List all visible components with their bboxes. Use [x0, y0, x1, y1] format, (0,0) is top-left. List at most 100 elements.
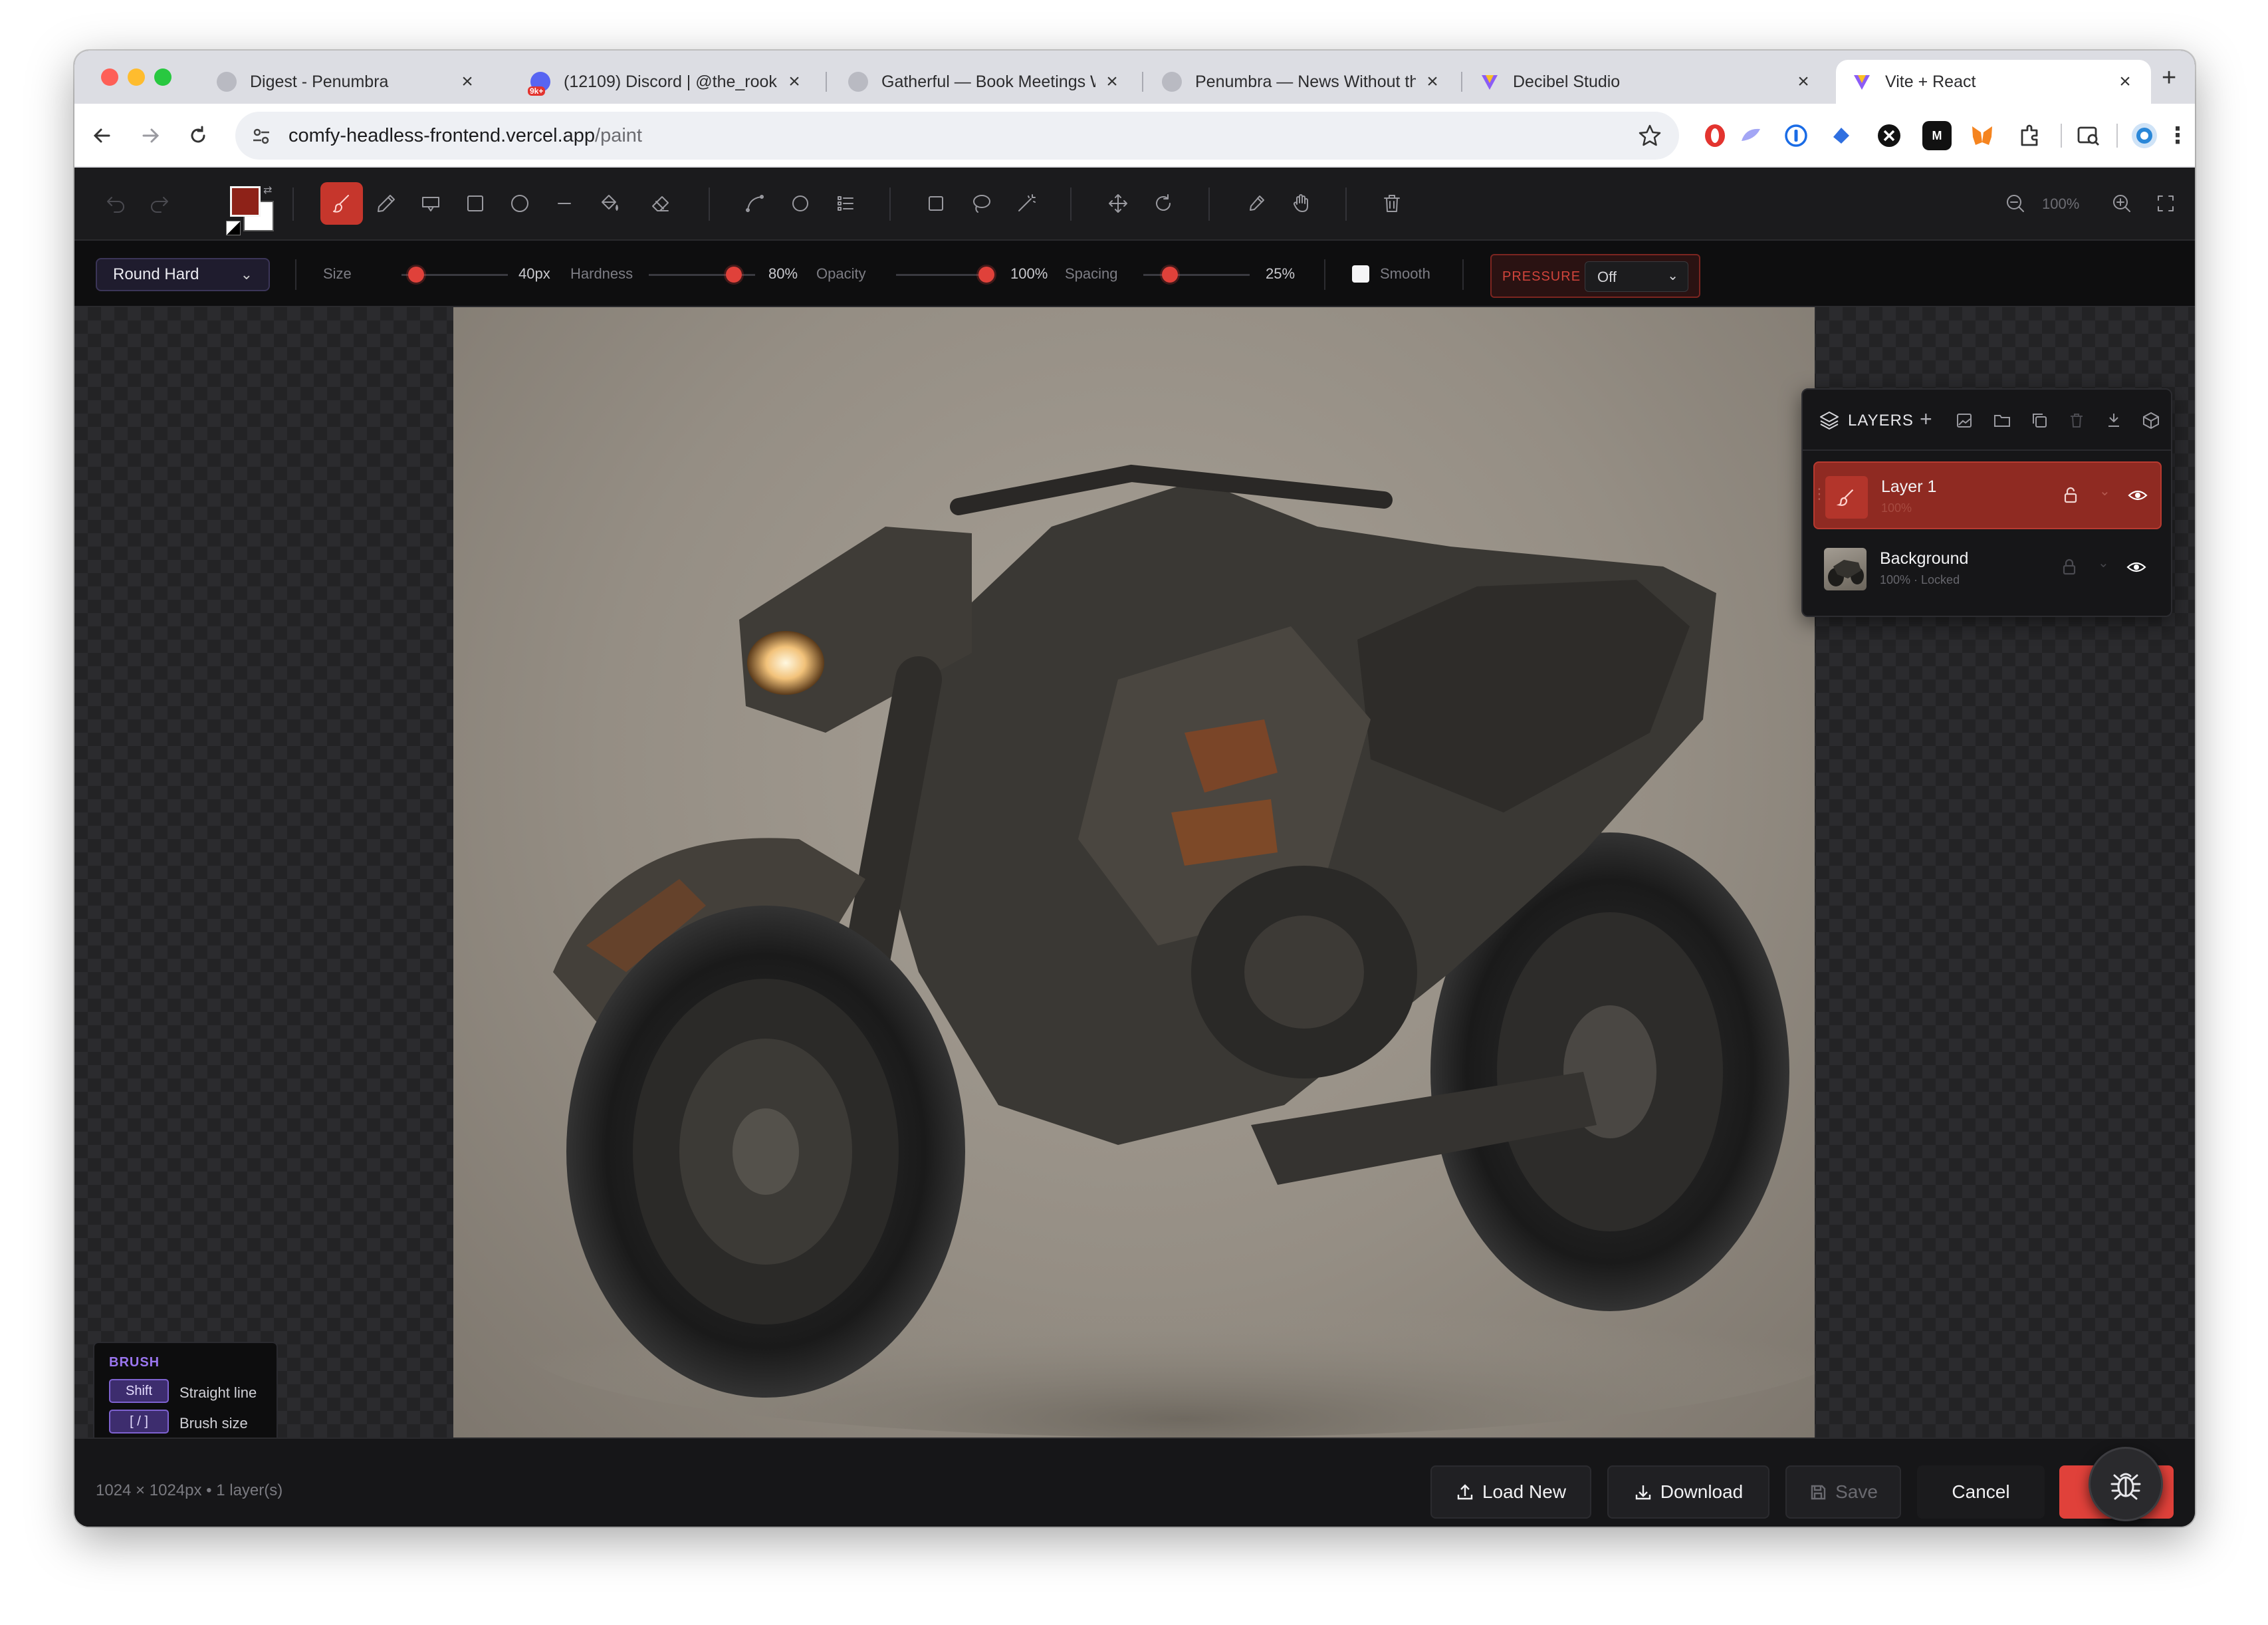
bookmark-star-icon[interactable] [1638, 124, 1662, 148]
curve-tool-button[interactable] [734, 182, 776, 225]
folder-icon[interactable] [1993, 411, 2011, 430]
fill-tool-button[interactable] [588, 182, 630, 225]
clear-canvas-button[interactable] [1371, 182, 1413, 225]
stamp-tool-button[interactable] [409, 182, 452, 225]
spacing-slider-track[interactable] [1143, 274, 1250, 276]
rotate-tool-button[interactable] [1142, 182, 1185, 225]
delete-layer-icon[interactable] [2067, 411, 2086, 430]
browser-window: Digest - Penumbra × 9k+ (12109) Discord … [74, 51, 2195, 1527]
spacing-slider-thumb[interactable] [1162, 267, 1178, 283]
layers-panel-header: LAYERS + [1803, 390, 2171, 451]
duplicate-layer-icon[interactable] [2030, 411, 2049, 430]
reset-colors-icon[interactable] [226, 221, 241, 235]
browser-tab-4[interactable]: Penumbra — News Without th × [1146, 60, 1458, 104]
layer-row-background[interactable]: Background 100% · Locked ⌄ [1813, 535, 2162, 602]
redo-button[interactable] [138, 182, 181, 225]
primary-color-swatch[interactable] [230, 186, 261, 217]
download-button[interactable]: Download [1607, 1465, 1769, 1519]
hand-icon [1293, 194, 1308, 212]
browser-tab-5[interactable]: Decibel Studio × [1464, 60, 1829, 104]
password-manager-icon[interactable] [1781, 121, 1811, 150]
ellipse-tool-button[interactable] [499, 182, 541, 225]
zoom-out-button[interactable] [1994, 182, 2037, 225]
lasso-circle-tool-button[interactable] [779, 182, 822, 225]
undo-button[interactable] [94, 182, 137, 225]
back-button[interactable] [85, 118, 120, 153]
extension-icon-6[interactable]: M [1922, 121, 1952, 150]
canvas-image[interactable] [453, 307, 1815, 1438]
browser-tab-1[interactable]: Digest - Penumbra × [201, 60, 493, 104]
metamask-icon[interactable] [1968, 121, 1997, 150]
profile-avatar[interactable] [2130, 121, 2159, 150]
new-tab-button[interactable]: + [2162, 64, 2176, 92]
save-button[interactable]: Save [1785, 1465, 1901, 1519]
minimize-window-button[interactable] [128, 68, 145, 86]
flatten-icon[interactable] [2142, 411, 2160, 430]
hardness-slider-thumb[interactable] [726, 267, 742, 283]
tab-title: Digest - Penumbra [250, 72, 389, 91]
brush-preset-select[interactable]: Round Hard ⌄ [96, 258, 270, 291]
browser-tab-2[interactable]: 9k+ (12109) Discord | @the_rookie × [514, 60, 820, 104]
browser-tab-3[interactable]: Gatherful — Book Meetings W × [832, 60, 1138, 104]
tab-separator [826, 72, 827, 92]
close-window-button[interactable] [101, 68, 118, 86]
lock-icon[interactable] [2059, 557, 2079, 577]
eraser-tool-button[interactable] [639, 182, 682, 225]
pressure-value: Off [1597, 269, 1617, 285]
puzzle-extensions-icon[interactable] [2015, 121, 2045, 150]
close-tab-icon[interactable]: × [457, 70, 477, 93]
maximize-window-button[interactable] [154, 68, 171, 86]
tab-search-icon[interactable] [2074, 121, 2103, 150]
line-tool-button[interactable] [543, 182, 586, 225]
rectangle-tool-button[interactable] [454, 182, 497, 225]
drag-handle-icon[interactable]: ⋮ [1812, 485, 1827, 503]
forward-button[interactable] [133, 118, 168, 153]
close-tab-icon[interactable]: × [2115, 70, 2135, 93]
color-swatches[interactable]: ⇄ [226, 180, 282, 235]
close-tab-icon[interactable]: × [1422, 70, 1442, 93]
eye-icon[interactable] [2127, 485, 2148, 505]
site-settings-icon[interactable] [250, 125, 273, 148]
eyedropper-tool-button[interactable] [1235, 182, 1278, 225]
brush-tool-button[interactable] [320, 182, 363, 225]
reload-button[interactable] [181, 118, 215, 153]
opacity-slider-track[interactable] [896, 274, 986, 276]
eye-icon[interactable] [2126, 557, 2147, 577]
x-extension-icon[interactable] [1874, 121, 1904, 150]
fullscreen-button[interactable] [2144, 182, 2187, 225]
chevron-down-icon[interactable]: ⌄ [2098, 555, 2109, 571]
close-tab-icon[interactable]: × [784, 70, 804, 93]
smooth-checkbox[interactable] [1352, 265, 1369, 283]
close-tab-icon[interactable]: × [1102, 70, 1122, 93]
close-tab-icon[interactable]: × [1793, 70, 1813, 93]
zoom-in-button[interactable] [2100, 182, 2143, 225]
extension-icon-2[interactable] [1736, 121, 1765, 150]
lasso-tool-button[interactable] [960, 182, 1002, 225]
debug-button[interactable] [2089, 1447, 2163, 1521]
browser-tab-6-active[interactable]: Vite + React × [1836, 60, 2151, 104]
circle-outline-icon [792, 195, 808, 211]
pencil-tool-button[interactable] [365, 182, 407, 225]
pressure-select[interactable]: Off ⌄ [1585, 261, 1688, 292]
opera-extension-icon[interactable] [1700, 121, 1730, 150]
add-layer-icon[interactable]: + [1920, 407, 1932, 432]
address-bar[interactable]: comfy-headless-frontend.vercel.app/paint [235, 112, 1679, 160]
canvas-viewport[interactable]: LAYERS + ⋮ Layer 1 100% ⌄ Background 100… [74, 307, 2195, 1438]
add-image-layer-icon[interactable] [1956, 411, 1974, 430]
extension-icon-4[interactable] [1827, 121, 1856, 150]
chevron-down-icon[interactable]: ⌄ [2099, 483, 2110, 499]
rect-select-tool-button[interactable] [915, 182, 957, 225]
more-menu-icon[interactable]: ⋮ [2163, 121, 2192, 150]
hand-tool-button[interactable] [1280, 182, 1323, 225]
merge-down-icon[interactable] [2104, 411, 2123, 430]
load-new-button[interactable]: Load New [1430, 1465, 1591, 1519]
layer-row-layer-1[interactable]: ⋮ Layer 1 100% ⌄ [1812, 461, 2162, 529]
magic-wand-tool-button[interactable] [1005, 182, 1048, 225]
opacity-slider-thumb[interactable] [978, 267, 994, 283]
cancel-button[interactable]: Cancel [1917, 1465, 2045, 1519]
size-slider-thumb[interactable] [408, 267, 425, 283]
list-tool-button[interactable] [824, 182, 867, 225]
lock-open-icon[interactable] [2061, 485, 2081, 505]
move-tool-button[interactable] [1097, 182, 1139, 225]
swap-colors-icon[interactable]: ⇄ [263, 184, 272, 197]
